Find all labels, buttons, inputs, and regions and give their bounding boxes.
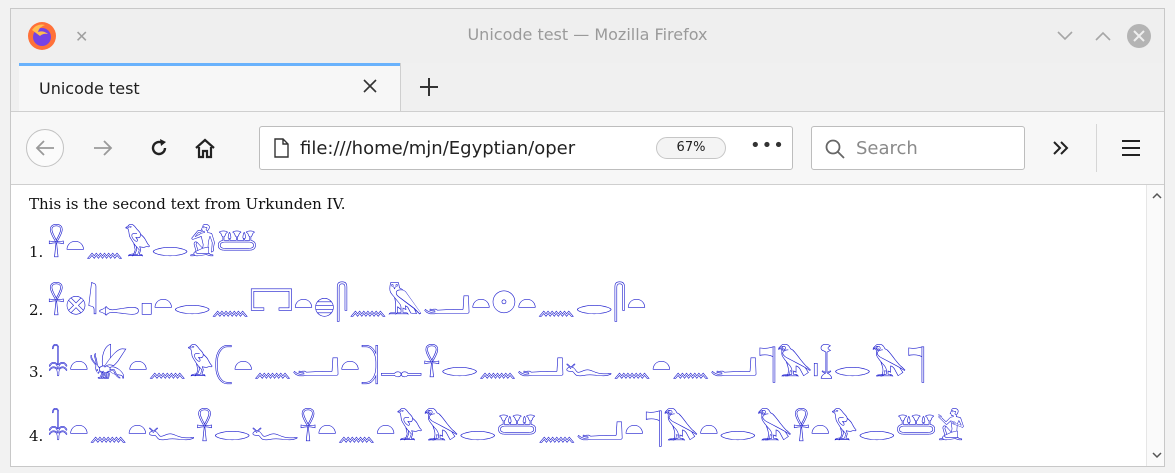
home-button[interactable]: [191, 134, 219, 162]
title-bar: ✕ Unicode test — Mozilla Firefox: [11, 9, 1164, 63]
tab-strip: Unicode test: [11, 63, 1164, 112]
line-number: 3.: [29, 363, 44, 381]
maximize-button[interactable]: [1089, 22, 1117, 50]
text-line-2: 2. 𓋹𓊖𓇋𓉻𓊪𓏏𓂋𓈖𓉐𓏏𓐍𓋴𓈖𓅓𓂝𓏏𓇳𓏏𓈖𓂋𓋴𓏏: [29, 285, 647, 321]
zoom-indicator[interactable]: 67%: [656, 137, 726, 159]
new-tab-button[interactable]: [417, 75, 441, 99]
url-text[interactable]: file:///home/mjn/Egyptian/oper: [300, 138, 645, 159]
line-number: 4.: [29, 427, 44, 445]
arrow-left-icon: [35, 140, 54, 156]
window-title: Unicode test — Mozilla Firefox: [467, 25, 708, 44]
hamburger-menu-icon[interactable]: [1117, 134, 1145, 162]
reload-button[interactable]: [145, 134, 173, 162]
close-window-button[interactable]: [1125, 22, 1153, 50]
line-number: 2.: [29, 301, 44, 319]
hieroglyph-line: 𓋹𓊖𓇋𓉻𓊪𓏏𓂋𓈖𓉐𓏏𓐍𓋴𓈖𓅓𓂝𓏏𓇳𓏏𓈖𓂋𓋴𓏏: [47, 284, 647, 322]
back-button[interactable]: [26, 129, 64, 167]
line-number: 1.: [29, 243, 44, 261]
hieroglyph-line: 𓇓𓏏𓈖𓏏𓆑𓋹𓂋𓆑𓋹𓏏𓈖𓏏𓅱𓅃𓂋𓆷𓈖𓂝𓏏𓊹𓅃𓏏𓂋𓅃𓋹𓏏𓅱𓂋𓆷𓀀: [47, 410, 966, 448]
search-icon: [825, 139, 845, 159]
active-tab-indicator: [19, 63, 400, 66]
close-icon: [1127, 24, 1151, 48]
chevron-up-icon: [1095, 31, 1111, 41]
reload-icon: [151, 139, 167, 156]
toolbar-separator: [1096, 124, 1097, 172]
overflow-menu-button[interactable]: [1047, 134, 1075, 162]
tab-label: Unicode test: [39, 79, 140, 98]
tab-close-icon[interactable]: [360, 76, 380, 96]
scroll-down-icon[interactable]: [1151, 450, 1163, 460]
chevron-down-icon: [1057, 31, 1073, 41]
text-line-4: 4. 𓇓𓏏𓈖𓏏𓆑𓋹𓂋𓆑𓋹𓏏𓈖𓏏𓅱𓅃𓂋𓆷𓈖𓂝𓏏𓊹𓅃𓏏𓂋𓅃𓋹𓏏𓅱𓂋𓆷𓀀: [29, 411, 965, 447]
home-icon: [195, 138, 215, 159]
vertical-scrollbar[interactable]: [1146, 185, 1164, 466]
forward-button[interactable]: [89, 134, 117, 162]
page-icon[interactable]: [272, 138, 290, 158]
scroll-up-icon[interactable]: [1151, 191, 1163, 201]
page-content: This is the second text from Urkunden IV…: [11, 185, 1146, 466]
text-line-1: 1. 𓋹𓏏𓈖𓅱𓂋𓀁𓆷: [29, 227, 257, 263]
hieroglyph-line: 𓇓𓏏𓆤𓏏𓈖𓅱𓍹𓏏𓈖𓂝𓏏𓍺𓊃𓋹𓂋𓈖𓂝𓆑𓈖𓏏𓈖𓂝𓊹𓅃𓏤𓆼𓂋𓅃𓊹: [47, 346, 926, 384]
page-actions-button[interactable]: •••: [750, 135, 785, 156]
text-line-3: 3. 𓇓𓏏𓆤𓏏𓈖𓅱𓍹𓏏𓈖𓂝𓏏𓍺𓊃𓋹𓂋𓈖𓂝𓆑𓈖𓏏𓈖𓂝𓊹𓅃𓏤𓆼𓂋𓅃𓊹: [29, 347, 926, 383]
hieroglyph-line: 𓋹𓏏𓈖𓅱𓂋𓀁𓆷: [47, 226, 258, 264]
url-bar[interactable]: file:///home/mjn/Egyptian/oper 67% •••: [259, 126, 793, 170]
double-chevron-right-icon: [1053, 141, 1069, 155]
url-fade: [620, 127, 650, 169]
search-placeholder: Search: [856, 138, 918, 159]
minimize-button[interactable]: [1051, 22, 1079, 50]
intro-text: This is the second text from Urkunden IV…: [29, 195, 346, 213]
tab-unicode-test[interactable]: Unicode test: [19, 63, 401, 111]
browser-window: ✕ Unicode test — Mozilla Firefox Unicode…: [10, 8, 1165, 467]
search-box[interactable]: Search: [811, 126, 1025, 170]
navigation-toolbar: file:///home/mjn/Egyptian/oper 67% ••• S…: [11, 112, 1164, 185]
arrow-right-icon: [94, 140, 113, 156]
